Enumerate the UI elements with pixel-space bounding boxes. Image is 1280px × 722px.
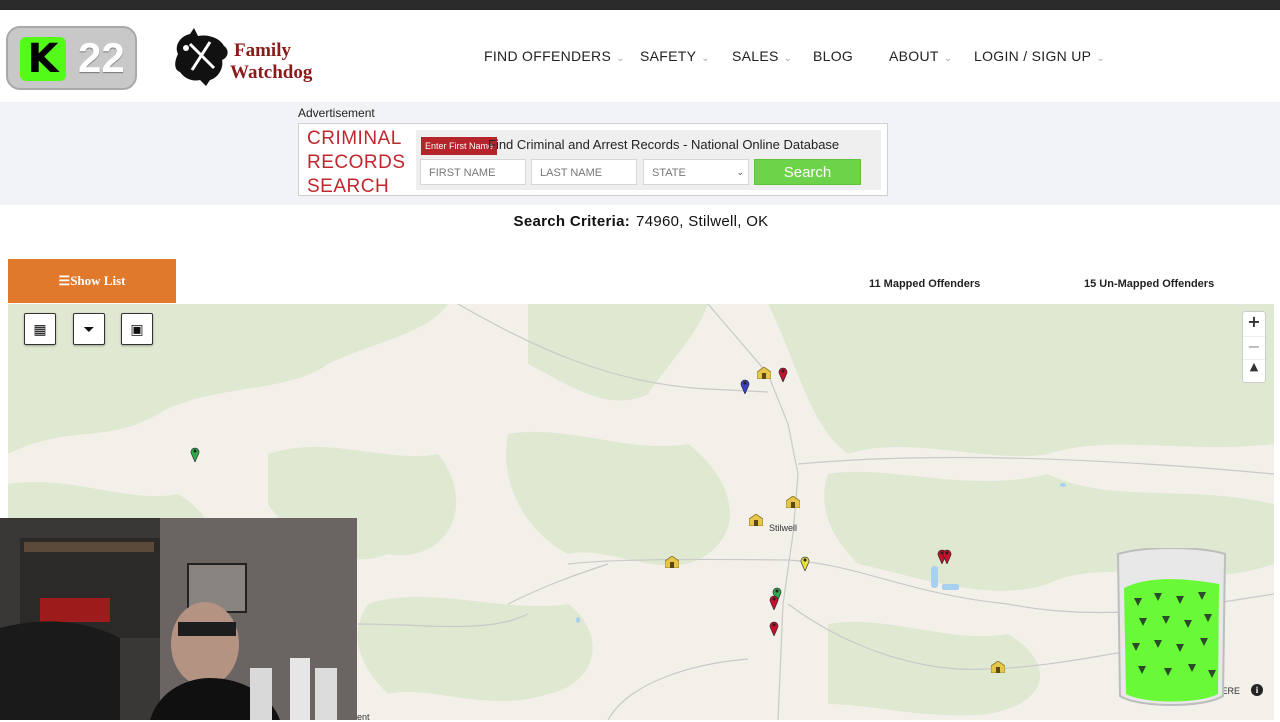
nav-find-offenders-label: FIND OFFENDERS: [484, 48, 612, 64]
offender-pin-blue[interactable]: [740, 378, 750, 394]
unmapped-offenders-count[interactable]: 15 Un-Mapped Offenders: [1084, 278, 1214, 290]
offender-pin-red[interactable]: [769, 620, 779, 636]
mapped-offenders-count[interactable]: 11 Mapped Offenders: [869, 278, 980, 290]
advertisement-label: Advertisement: [298, 106, 375, 120]
brand-line-1: Family: [234, 40, 291, 61]
nav-blog[interactable]: BLOG: [813, 48, 853, 64]
layers-icon[interactable]: ▦: [24, 313, 56, 345]
nav-blog-label: BLOG: [813, 48, 854, 64]
watchdog-logo-icon: [175, 28, 228, 86]
offender-pin-yellow[interactable]: [800, 555, 810, 571]
chevron-down-icon: ⌄: [736, 167, 744, 177]
nav-sales[interactable]: SALES ⌄: [732, 48, 792, 64]
first-name-field[interactable]: FIRST NAME: [420, 159, 526, 185]
webcam-overlay: [0, 518, 357, 720]
jar-overlay: [1116, 548, 1227, 706]
zoom-in-button[interactable]: +: [1243, 312, 1265, 336]
filter-icon[interactable]: ⏷: [73, 313, 105, 345]
nav-safety-label: SAFETY: [640, 48, 697, 64]
offender-pin-green[interactable]: [190, 446, 200, 462]
footer-partial-text: ent: [357, 712, 370, 722]
offender-pin-red[interactable]: [942, 548, 952, 564]
list-icon: ☰: [58, 273, 71, 288]
show-list-button[interactable]: ☰Show List: [8, 259, 176, 303]
offender-pin-red[interactable]: [778, 366, 788, 382]
school-icon[interactable]: [665, 556, 679, 568]
criminal-records-ad[interactable]: CRIMINAL RECORDS SEARCH Enter First Name…: [298, 123, 888, 199]
ad-tag: Enter First Name: [421, 137, 498, 155]
webcam-feed: [0, 518, 357, 720]
ad-search-button[interactable]: Search: [754, 159, 861, 185]
school-icon[interactable]: [991, 661, 1005, 673]
search-criteria: Search Criteria: 74960, Stilwell, OK: [0, 213, 1280, 230]
offender-pin-red[interactable]: [769, 594, 779, 610]
school-icon[interactable]: [786, 496, 800, 508]
family-watchdog-logo[interactable]: Family Watchdog: [170, 24, 320, 90]
nav-about[interactable]: ABOUT ⌄: [889, 48, 952, 64]
ad-title-line: SEARCH: [307, 176, 390, 197]
show-list-label: Show List: [70, 273, 126, 288]
chevron-down-icon: ⌄: [783, 53, 793, 64]
ad-title-line: CRIMINAL: [307, 128, 402, 149]
kick-channel-badge: K 22: [6, 26, 137, 90]
state-select[interactable]: STATE ⌄: [643, 159, 749, 185]
town-label: Stilwell: [769, 523, 798, 533]
nav-login-label: LOGIN / SIGN UP: [974, 48, 1092, 64]
zoom-out-button[interactable]: −: [1243, 336, 1265, 360]
search-criteria-value: 74960, Stilwell, OK: [636, 213, 769, 230]
zoom-controls: + − ▲: [1242, 311, 1266, 383]
chevron-down-icon: ⌄: [1096, 53, 1105, 64]
kick-logo-icon: K: [20, 37, 66, 81]
school-icon[interactable]: [757, 367, 771, 379]
last-name-field[interactable]: LAST NAME: [531, 159, 637, 185]
brand-line-2: Watchdog: [230, 62, 313, 83]
image-icon[interactable]: ▣: [121, 313, 153, 345]
info-icon[interactable]: i: [1251, 684, 1263, 696]
north-arrow-icon[interactable]: ▲: [1243, 360, 1265, 384]
nav-safety[interactable]: SAFETY ⌄: [640, 48, 710, 64]
ad-search-form: Enter First Name Find Criminal and Arres…: [416, 130, 881, 190]
nav-sales-label: SALES: [732, 48, 779, 64]
ad-title-line: RECORDS: [307, 152, 406, 173]
search-criteria-label: Search Criteria:: [513, 213, 631, 230]
school-icon[interactable]: [749, 514, 763, 526]
chevron-down-icon: ⌄: [616, 53, 625, 64]
chevron-down-icon: ⌄: [943, 53, 953, 64]
nav-find-offenders[interactable]: FIND OFFENDERS ⌄: [484, 48, 625, 64]
kick-badge-number: 22: [78, 34, 125, 81]
site-header: K 22 Family Watchdog FIND OFFENDERS ⌄ SAF…: [0, 10, 1280, 102]
ad-title: CRIMINAL RECORDS SEARCH: [307, 127, 406, 199]
nav-about-label: ABOUT: [889, 48, 939, 64]
nav-login-signup[interactable]: LOGIN / SIGN UP ⌄: [974, 48, 1105, 64]
ad-headline: Find Criminal and Arrest Records - Natio…: [488, 137, 840, 152]
chevron-down-icon: ⌄: [701, 53, 710, 64]
browser-top-strip: [0, 0, 1280, 10]
state-select-value: STATE: [652, 167, 686, 179]
